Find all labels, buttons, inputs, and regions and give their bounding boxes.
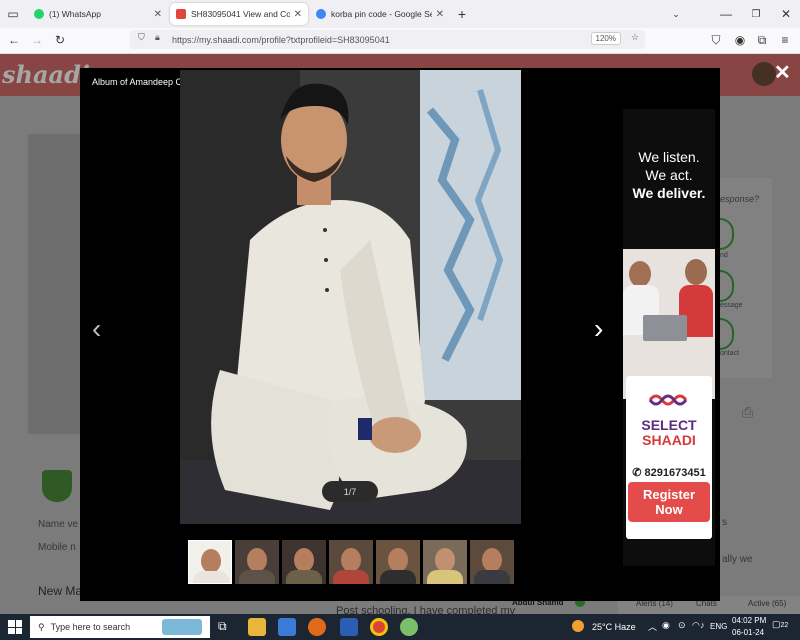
restore-button[interactable]: ❐	[746, 4, 766, 24]
pocket-icon[interactable]: ⛉	[706, 30, 726, 50]
tray-app-icon[interactable]: ◉	[662, 620, 670, 631]
chrome-icon[interactable]	[370, 618, 388, 636]
back-arrow-icon[interactable]: ←	[4, 30, 24, 50]
tab-google-search[interactable]: korba pin code - Google Search ✕	[310, 3, 450, 25]
notification-count: 22	[780, 622, 789, 629]
list-tabs-chevron-icon[interactable]: ⌄	[666, 4, 686, 24]
tab-title: korba pin code - Google Search	[331, 9, 432, 19]
select-shaadi-logo-icon	[648, 394, 688, 406]
search-placeholder: Type here to search	[50, 622, 131, 632]
ad-tagline-1: We listen.	[638, 149, 700, 165]
forward-arrow-icon[interactable]: →	[27, 30, 47, 50]
ad-tagline-2: We act.	[645, 167, 693, 183]
main-photo	[180, 70, 521, 524]
menu-hamburger-icon[interactable]: ≡	[775, 30, 795, 50]
weather-text[interactable]: 25°C Haze	[592, 622, 636, 632]
prev-photo-chevron-icon[interactable]: ‹	[92, 313, 101, 345]
ad-tagline-3: We deliver.	[632, 185, 706, 201]
volume-icon[interactable]: ♪	[700, 620, 705, 630]
thumbnail-5[interactable]	[376, 540, 420, 584]
window-close-button[interactable]: ✕	[776, 4, 796, 24]
thumbnail-2[interactable]	[235, 540, 279, 584]
lock-icon[interactable]: 🔒︎	[155, 32, 160, 43]
search-highlight-icon	[162, 619, 202, 635]
thumbnail-1[interactable]	[188, 540, 232, 584]
tab-shaadi-profile[interactable]: SH83095041 View and Contact ✕	[170, 3, 308, 25]
thumbnail-7[interactable]	[470, 540, 514, 584]
minimize-button[interactable]: —	[716, 4, 736, 24]
zoom-level-badge[interactable]: 120%	[590, 32, 621, 45]
language-indicator[interactable]: ENG	[710, 622, 727, 631]
close-tab-icon[interactable]: ✕	[154, 9, 162, 20]
portrait-illustration	[180, 70, 521, 524]
select-shaadi-ad[interactable]: We listen. We act. We deliver. SELECT SH…	[623, 109, 715, 566]
file-explorer-icon[interactable]	[248, 618, 266, 636]
search-icon: ⚲	[38, 621, 45, 632]
tray-chevron-up-icon[interactable]: ︿	[648, 620, 657, 633]
phone-icon: ✆	[632, 467, 645, 479]
windows-start-icon[interactable]	[8, 620, 22, 634]
shaadi-icon	[176, 9, 186, 19]
address-bar[interactable]: ⛉ 🔒︎ https://my.shaadi.com/profile?txtpr…	[130, 30, 645, 49]
ad-brand-line-1: SELECT	[641, 417, 697, 433]
register-label-2: Now	[655, 502, 683, 517]
register-now-button[interactable]: Register Now	[628, 482, 710, 522]
clock-time[interactable]: 04:02 PM	[732, 616, 766, 625]
word-icon[interactable]	[340, 618, 358, 636]
thumbnail-4[interactable]	[329, 540, 373, 584]
weather-icon[interactable]	[572, 620, 584, 632]
new-tab-button[interactable]: +	[452, 4, 472, 24]
store-icon[interactable]	[278, 618, 296, 636]
clock-date[interactable]: 06-01-24	[732, 628, 764, 637]
windows-taskbar: ⚲ Type here to search ⧉ 25°C Haze ︿ ◉ ⊙ …	[0, 614, 800, 640]
ad-brand-panel: SELECT SHAADI ✆ 8291673451 Register Now	[626, 376, 712, 539]
tab-whatsapp[interactable]: (1) WhatsApp ✕	[28, 3, 168, 25]
tab-title: SH83095041 View and Contact	[191, 9, 290, 19]
firefox-icon[interactable]	[308, 618, 326, 636]
thumbnail-6[interactable]	[423, 540, 467, 584]
ad-brand-name: SELECT SHAADI	[626, 418, 712, 448]
account-icon[interactable]: ◉	[730, 30, 750, 50]
ad-phone-number: 8291673451	[644, 467, 706, 479]
tab-strip: ▭ (1) WhatsApp ✕ SH83095041 View and Con…	[0, 0, 800, 28]
extensions-icon[interactable]: ⧉	[752, 30, 772, 50]
close-tab-icon[interactable]: ✕	[294, 9, 302, 20]
whatsapp-icon	[34, 9, 44, 19]
app-icon[interactable]	[400, 618, 418, 636]
taskbar-search-box[interactable]: ⚲ Type here to search	[30, 616, 210, 638]
thumbnail-3[interactable]	[282, 540, 326, 584]
nav-toolbar: ← → ↻ ⛉ 🔒︎ https://my.shaadi.com/profile…	[0, 28, 800, 54]
thumbnail-strip	[188, 540, 514, 586]
tab-title: (1) WhatsApp	[49, 9, 101, 19]
google-icon	[316, 9, 326, 19]
task-view-icon[interactable]: ⧉	[218, 619, 227, 634]
bookmark-star-icon[interactable]: ☆	[631, 32, 639, 43]
photo-counter: 1/7	[322, 481, 378, 502]
ad-brand-line-2: SHAADI	[642, 432, 696, 448]
ad-phone: ✆ 8291673451	[626, 466, 712, 479]
register-label-1: Register	[642, 487, 696, 502]
close-tab-icon[interactable]: ✕	[436, 9, 444, 20]
tab-overview-icon[interactable]: ▭	[3, 4, 23, 24]
shield-icon[interactable]: ⛉	[138, 32, 145, 43]
url-text: https://my.shaadi.com/profile?txtprofile…	[172, 34, 390, 45]
wifi-icon[interactable]: ◠	[692, 620, 700, 631]
notification-center-icon[interactable]: ▢22	[772, 619, 788, 630]
reload-icon[interactable]: ↻	[50, 30, 70, 50]
close-lightbox-icon[interactable]: ✕	[774, 60, 791, 85]
tray-app-icon[interactable]: ⊙	[678, 620, 686, 631]
next-photo-chevron-icon[interactable]: ›	[594, 313, 603, 345]
photo-lightbox: Album of Amandeep Chera 1/7 ‹ › We liste…	[80, 68, 720, 601]
